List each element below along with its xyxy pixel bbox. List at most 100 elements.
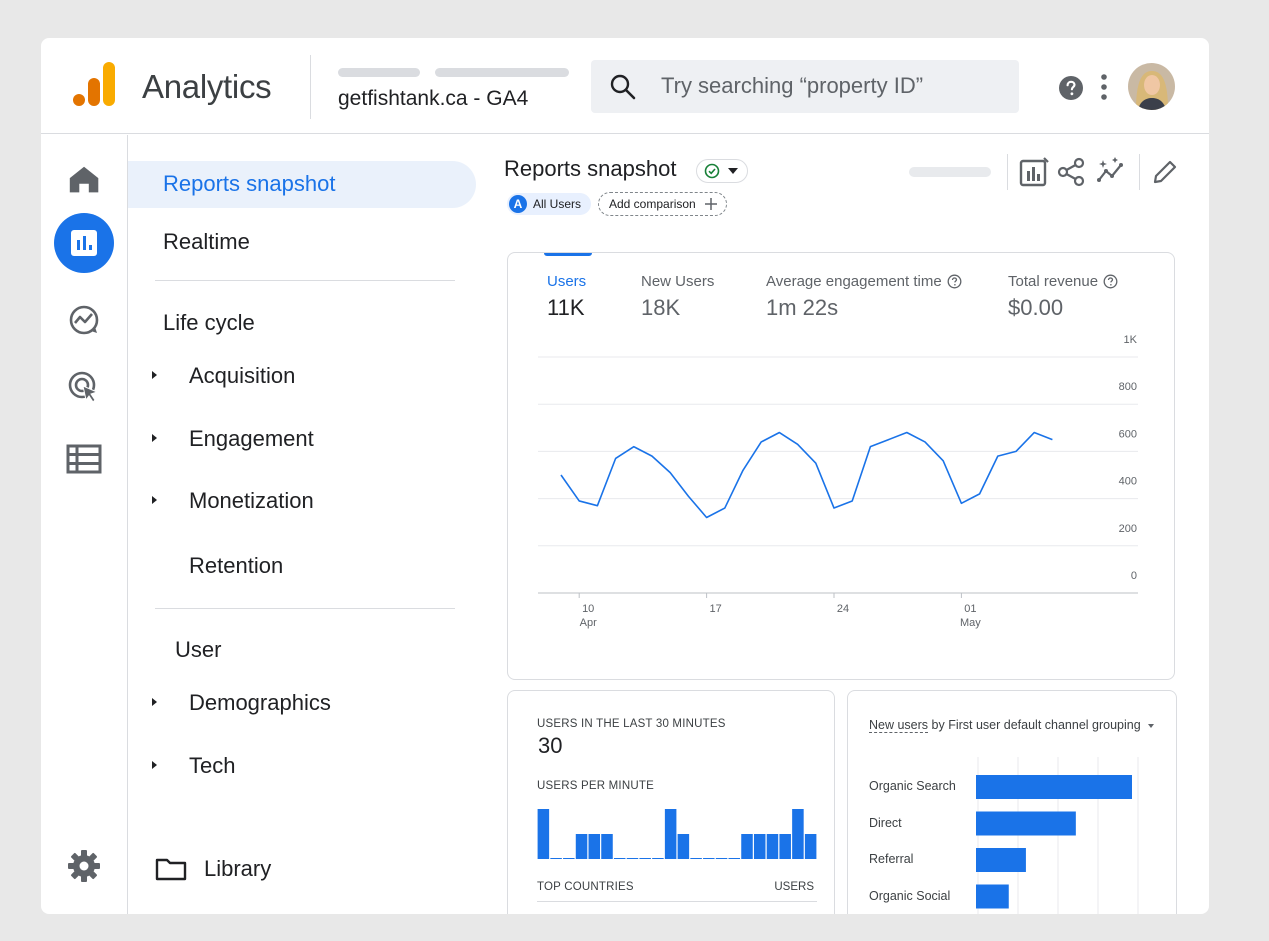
comparison-letter-badge: A <box>509 195 527 213</box>
nav-section-user: User <box>175 637 222 662</box>
home-icon[interactable] <box>66 161 102 197</box>
users-column-label: USERS <box>774 881 814 893</box>
nav-reports-snapshot[interactable]: Reports snapshot <box>163 171 335 197</box>
per-minute-bar[interactable] <box>677 834 690 859</box>
per-minute-bar[interactable] <box>792 809 804 859</box>
explore-icon[interactable] <box>66 302 102 338</box>
nav-monetization[interactable]: Monetization <box>189 488 314 514</box>
channel-bar[interactable] <box>976 884 1009 909</box>
add-comparison-label: Add comparison <box>609 197 696 211</box>
comparison-all-users[interactable]: A All Users <box>507 193 592 215</box>
header-divider <box>310 55 311 119</box>
nav-retention[interactable]: Retention <box>189 553 283 579</box>
x-tick-month: Apr <box>580 617 597 629</box>
series-line-users[interactable] <box>560 431 1053 519</box>
toolbar-divider <box>1007 154 1008 190</box>
left-rail <box>41 135 128 914</box>
per-minute-bar[interactable] <box>626 858 639 859</box>
top-bar: Analytics getfishtank.ca - GA4 Try searc… <box>41 38 1209 134</box>
per-minute-bar[interactable] <box>804 834 817 859</box>
per-minute-bar[interactable] <box>728 858 741 859</box>
reports-nav-button[interactable] <box>54 213 114 273</box>
per-minute-bar[interactable] <box>652 858 664 859</box>
per-minute-bar[interactable] <box>563 858 575 859</box>
channel-bar[interactable] <box>976 775 1132 799</box>
account-placeholder-2 <box>435 68 569 77</box>
help-icon[interactable] <box>1059 76 1083 100</box>
advertising-icon[interactable] <box>66 369 102 405</box>
analytics-logo-icon[interactable] <box>73 60 121 108</box>
share-icon[interactable] <box>1055 156 1087 188</box>
property-selector[interactable]: getfishtank.ca - GA4 <box>338 87 528 111</box>
y-tick-label: 200 <box>1119 523 1137 535</box>
realtime-users-label: USERS IN THE LAST 30 MINUTES <box>537 718 726 730</box>
account-placeholder <box>338 68 420 77</box>
per-minute-bar[interactable] <box>550 858 562 859</box>
dropdown-caret-icon <box>728 168 738 174</box>
nav-realtime[interactable]: Realtime <box>163 229 250 255</box>
demographics-caret-icon[interactable] <box>152 698 157 706</box>
edit-icon[interactable] <box>1149 156 1181 188</box>
per-minute-bar[interactable] <box>575 834 588 859</box>
nav-divider-2 <box>155 608 455 609</box>
per-minute-bar[interactable] <box>753 834 766 859</box>
channel-bar[interactable] <box>976 811 1076 836</box>
users-per-minute-chart <box>537 809 817 859</box>
configure-icon[interactable] <box>66 441 102 477</box>
nav-engagement[interactable]: Engagement <box>189 426 314 452</box>
more-vert-icon[interactable] <box>1097 72 1111 102</box>
x-tick-day: 10 <box>582 603 594 615</box>
channel-bar[interactable] <box>976 848 1026 872</box>
nav-section-life-cycle: Life cycle <box>163 310 255 335</box>
tech-caret-icon[interactable] <box>152 761 157 769</box>
channel-card: New users by First user default channel … <box>847 690 1177 914</box>
x-tick-day: 01 <box>964 603 976 615</box>
per-minute-bar[interactable] <box>664 809 677 859</box>
per-minute-bar[interactable] <box>588 834 601 859</box>
per-minute-bar[interactable] <box>715 858 728 859</box>
customize-report-icon[interactable] <box>1018 156 1050 188</box>
per-minute-bar[interactable] <box>690 858 702 859</box>
reports-icon <box>71 230 97 256</box>
per-minute-bar[interactable] <box>779 834 791 859</box>
y-tick-label: 1K <box>1124 334 1138 346</box>
per-minute-bar[interactable] <box>703 858 715 859</box>
x-tick-day: 17 <box>709 603 721 615</box>
top-countries-label: TOP COUNTRIES <box>537 881 634 893</box>
channel-label: Organic Social <box>869 888 951 903</box>
data-quality-chip[interactable] <box>696 159 748 183</box>
nav-divider <box>155 280 455 281</box>
plus-icon <box>704 198 717 210</box>
user-avatar[interactable] <box>1128 63 1175 110</box>
per-minute-bar[interactable] <box>766 834 779 859</box>
search-bar[interactable]: Try searching “property ID” <box>591 60 1019 113</box>
nav-acquisition[interactable]: Acquisition <box>189 363 295 389</box>
add-comparison-button[interactable]: Add comparison <box>598 192 727 216</box>
realtime-card: USERS IN THE LAST 30 MINUTES 30 USERS PE… <box>507 690 835 914</box>
monetization-caret-icon[interactable] <box>152 496 157 504</box>
channel-bar-chart <box>976 757 1139 914</box>
realtime-users-value: 30 <box>538 733 563 758</box>
engagement-caret-icon[interactable] <box>152 434 157 442</box>
per-minute-bar[interactable] <box>613 858 626 859</box>
nav-library[interactable]: Library <box>204 856 271 882</box>
overview-card: Users 11K New Users 18K Average engageme… <box>507 252 1175 680</box>
per-minute-bar[interactable] <box>601 834 613 859</box>
y-tick-label: 400 <box>1119 476 1137 488</box>
per-minute-bar[interactable] <box>639 858 651 859</box>
settings-icon[interactable] <box>66 848 102 884</box>
channel-label: Direct <box>869 815 902 830</box>
app-name: Analytics <box>142 68 272 105</box>
per-minute-bar[interactable] <box>537 809 550 859</box>
x-tick-month: May <box>960 617 981 629</box>
reports-nav: Reports snapshot Realtime Life cycle Acq… <box>128 135 488 914</box>
nav-tech[interactable]: Tech <box>189 753 235 779</box>
acquisition-caret-icon[interactable] <box>152 371 157 379</box>
page-title: Reports snapshot <box>504 156 677 181</box>
date-range-placeholder[interactable] <box>909 167 991 177</box>
insights-icon[interactable] <box>1095 156 1127 188</box>
analytics-window: Analytics getfishtank.ca - GA4 Try searc… <box>41 38 1209 914</box>
nav-demographics[interactable]: Demographics <box>189 690 331 716</box>
per-minute-bar[interactable] <box>741 834 753 859</box>
table-divider <box>537 901 817 902</box>
